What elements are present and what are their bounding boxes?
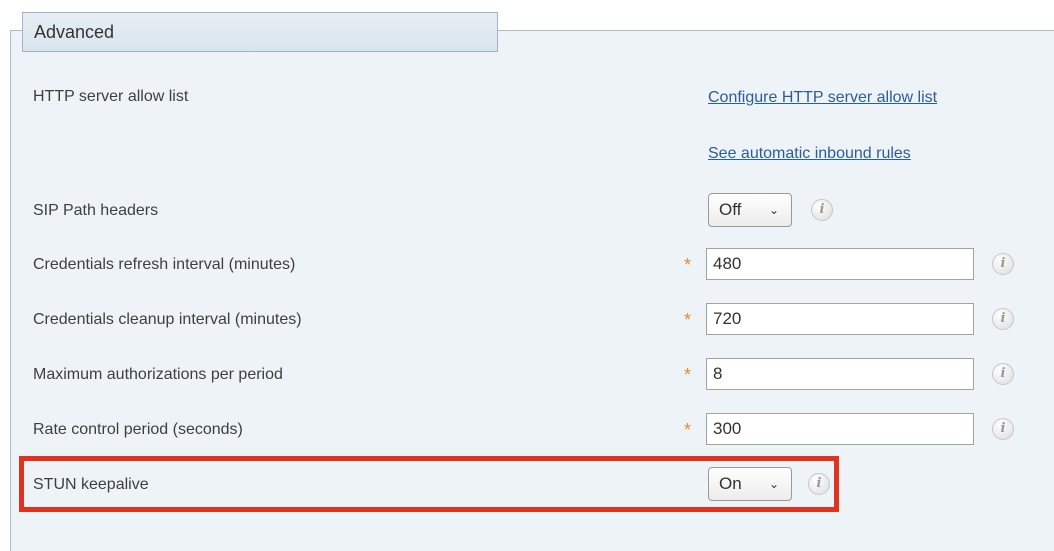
credentials-refresh-interval-label: Credentials refresh interval (minutes) (33, 256, 296, 273)
sip-path-headers-value: Off (719, 200, 742, 219)
configure-http-allow-list-link[interactable]: Configure HTTP server allow list (708, 89, 937, 107)
http-server-allow-list-label: HTTP server allow list (33, 88, 189, 105)
info-icon[interactable]: i (992, 418, 1014, 440)
info-icon[interactable]: i (992, 253, 1014, 275)
sip-path-headers-select[interactable]: Off ⌄ (708, 193, 792, 227)
section-header-advanced: Advanced (22, 12, 498, 52)
required-asterisk-icon: * (684, 310, 692, 330)
rate-control-period-label: Rate control period (seconds) (33, 421, 243, 438)
credentials-refresh-interval-input[interactable]: 480 (706, 248, 974, 280)
rate-control-period-input[interactable]: 300 (706, 413, 974, 445)
info-icon[interactable]: i (992, 363, 1014, 385)
credentials-cleanup-interval-input[interactable]: 720 (706, 303, 974, 335)
required-asterisk-icon: * (684, 255, 692, 275)
chevron-down-icon: ⌄ (768, 203, 779, 217)
info-icon[interactable]: i (811, 199, 833, 221)
required-asterisk-icon: * (684, 365, 692, 385)
maximum-authorizations-input[interactable]: 8 (706, 358, 974, 390)
maximum-authorizations-label: Maximum authorizations per period (33, 366, 283, 383)
credentials-cleanup-interval-label: Credentials cleanup interval (minutes) (33, 311, 302, 328)
stun-keepalive-highlight-box (19, 456, 839, 512)
see-automatic-inbound-rules-link[interactable]: See automatic inbound rules (708, 145, 911, 163)
required-asterisk-icon: * (684, 420, 692, 440)
info-icon[interactable]: i (992, 308, 1014, 330)
sip-path-headers-label: SIP Path headers (33, 202, 159, 219)
